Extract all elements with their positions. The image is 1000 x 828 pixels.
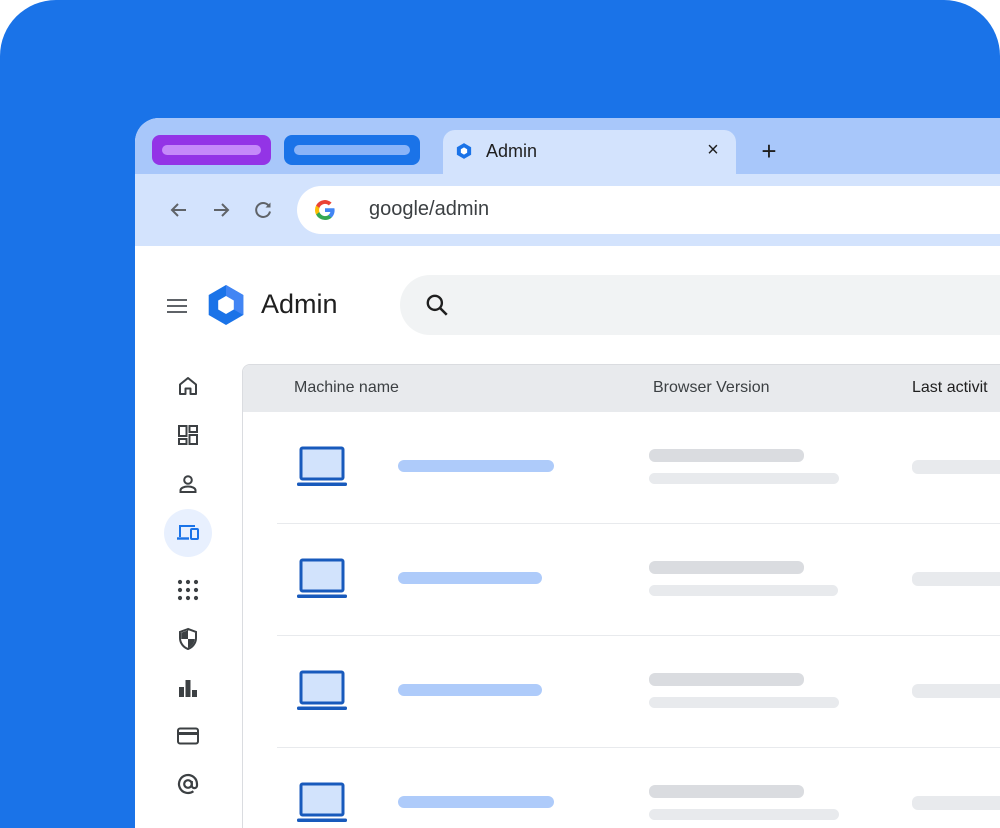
admin-favicon-icon xyxy=(456,143,472,159)
person-icon xyxy=(179,475,197,493)
rail-item-security[interactable] xyxy=(163,615,213,663)
reload-icon[interactable] xyxy=(251,198,275,222)
dashboard-icon xyxy=(178,425,198,445)
hamburger-menu-icon[interactable] xyxy=(165,294,189,318)
rail-item-apps[interactable] xyxy=(163,566,213,614)
laptop-icon xyxy=(297,446,347,486)
machine-name-placeholder xyxy=(398,572,542,584)
forward-arrow-icon[interactable] xyxy=(209,198,233,222)
apps-grid-icon xyxy=(177,579,199,601)
at-sign-icon xyxy=(177,773,199,795)
security-shield-icon xyxy=(179,627,197,651)
tab-admin[interactable]: Admin × xyxy=(443,130,736,174)
address-url: google/admin xyxy=(369,198,490,220)
tab-strip: Admin × + xyxy=(135,118,1000,174)
rail-item-email[interactable] xyxy=(163,760,213,808)
rail-item-billing[interactable] xyxy=(163,712,213,760)
browser-version-subtext-placeholder xyxy=(649,809,839,820)
address-bar[interactable]: google/admin xyxy=(297,186,1000,234)
browser-version-placeholder xyxy=(649,449,804,462)
tab-close-icon[interactable]: × xyxy=(702,139,724,161)
column-header-machine-name[interactable]: Machine name xyxy=(294,379,399,397)
rail-item-devices[interactable] xyxy=(163,509,213,557)
browser-version-subtext-placeholder xyxy=(649,585,838,596)
browser-version-placeholder xyxy=(649,785,804,798)
laptop-icon xyxy=(297,558,347,598)
search-icon[interactable] xyxy=(424,292,450,318)
tab-title: Admin xyxy=(486,141,538,161)
table-header: Machine name Browser Version Last activi… xyxy=(243,365,1000,412)
rail-item-dashboard[interactable] xyxy=(163,411,213,459)
rail-item-reports[interactable] xyxy=(163,664,213,712)
rail-item-home[interactable] xyxy=(163,362,213,410)
admin-logo-icon xyxy=(208,285,244,325)
browser-version-subtext-placeholder xyxy=(649,697,839,708)
app-header: Admin xyxy=(135,246,1000,346)
search-input[interactable] xyxy=(400,275,1000,335)
laptop-icon xyxy=(297,782,347,822)
rail-item-users[interactable] xyxy=(163,460,213,508)
last-activity-placeholder xyxy=(912,572,1000,586)
home-icon xyxy=(179,377,197,395)
devices-icon xyxy=(177,525,199,540)
laptop-icon xyxy=(297,670,347,710)
reports-bar-chart-icon xyxy=(179,680,197,697)
last-activity-placeholder xyxy=(912,460,1000,474)
column-header-browser-version[interactable]: Browser Version xyxy=(653,379,770,397)
column-header-last-activity[interactable]: Last activit xyxy=(912,379,988,397)
app-title: Admin xyxy=(261,289,338,319)
browser-toolbar: google/admin xyxy=(135,174,1000,246)
billing-card-icon xyxy=(177,727,199,745)
machine-name-placeholder xyxy=(398,796,554,808)
browser-version-subtext-placeholder xyxy=(649,473,839,484)
table-row[interactable] xyxy=(243,748,1000,828)
back-arrow-icon[interactable] xyxy=(167,198,191,222)
browser-version-placeholder xyxy=(649,673,804,686)
machine-name-placeholder xyxy=(398,460,554,472)
last-activity-placeholder xyxy=(912,684,1000,698)
machine-name-placeholder xyxy=(398,684,542,696)
new-tab-plus-icon[interactable]: + xyxy=(755,138,783,166)
table-row[interactable] xyxy=(243,412,1000,524)
last-activity-placeholder xyxy=(912,796,1000,810)
browser-version-placeholder xyxy=(649,561,804,574)
google-g-icon xyxy=(314,200,335,221)
tab-placeholder-blue[interactable] xyxy=(284,135,420,165)
table-row[interactable] xyxy=(243,636,1000,748)
machines-table: Machine name Browser Version Last activi… xyxy=(242,364,1000,828)
browser-window: Admin × + google/admin Admin Machine nam… xyxy=(135,118,1000,828)
table-row[interactable] xyxy=(243,524,1000,636)
tab-placeholder-purple[interactable] xyxy=(152,135,271,165)
